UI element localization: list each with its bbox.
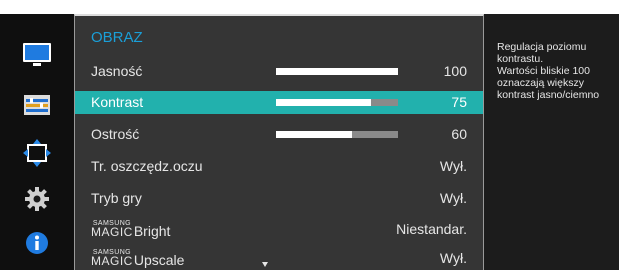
- menu-item-value: Niestandar.: [396, 221, 467, 237]
- help-line: kontrastu.: [497, 53, 544, 65]
- menu-title: OBRAZ: [91, 29, 143, 46]
- menu-item-value: 75: [451, 94, 467, 110]
- menu-panel: OBRAZ Jasność 100 Kontrast 75 Ostrość 60…: [74, 14, 484, 270]
- help-text: Regulacja poziomu kontrastu. Wartości bl…: [497, 41, 619, 101]
- menu-item-magic-bright[interactable]: SAMSUNG MAGIC Bright Niestandar.: [75, 218, 483, 241]
- samsung-magic-logo: SAMSUNG MAGIC: [91, 220, 133, 239]
- menu-item-magic-upscale[interactable]: SAMSUNG MAGIC Upscale Wył.: [75, 247, 483, 270]
- menu-item-value: Wył.: [439, 158, 467, 174]
- menu-item-label: Ostrość: [91, 126, 140, 142]
- menu-item-label-text: Upscale: [133, 252, 185, 268]
- help-line: Wartości bliskie 100: [497, 65, 590, 77]
- size-position-icon[interactable]: [22, 138, 52, 168]
- menu-item-label: Tryb gry: [91, 190, 142, 206]
- menu-item-label: Kontrast: [91, 94, 144, 110]
- osd-menu: OBRAZ Jasność 100 Kontrast 75 Ostrość 60…: [0, 14, 619, 270]
- brightness-slider[interactable]: [276, 68, 398, 75]
- menu-item-label: SAMSUNG MAGIC Upscale: [91, 249, 185, 268]
- info-icon[interactable]: [22, 228, 52, 258]
- slider-fill: [276, 131, 352, 138]
- menu-item-eye-saver[interactable]: Tr. oszczędz.oczu Wył.: [75, 155, 483, 178]
- help-line: Regulacja poziomu: [497, 41, 587, 53]
- menu-item-jasnosc[interactable]: Jasność 100: [75, 60, 483, 83]
- settings-gear-icon[interactable]: [22, 184, 52, 214]
- menu-item-label-text: Bright: [133, 223, 171, 239]
- help-line: kontrast jasno/ciemno: [497, 89, 600, 101]
- contrast-slider[interactable]: [276, 99, 398, 106]
- menu-item-value: Wył.: [439, 250, 467, 266]
- sharpness-slider[interactable]: [276, 131, 398, 138]
- menu-item-ostrosc[interactable]: Ostrość 60: [75, 123, 483, 146]
- menu-item-label: Jasność: [91, 63, 143, 79]
- icon-sidebar: [0, 14, 74, 270]
- menu-item-label: Tr. oszczędz.oczu: [91, 158, 203, 174]
- menu-item-label: SAMSUNG MAGIC Bright: [91, 220, 171, 239]
- slider-fill: [276, 99, 372, 106]
- scroll-down-arrow-icon[interactable]: [262, 262, 268, 267]
- menu-item-value: 100: [443, 63, 467, 79]
- samsung-magic-logo: SAMSUNG MAGIC: [91, 249, 133, 268]
- menu-item-value: Wył.: [439, 190, 467, 206]
- menu-item-game-mode[interactable]: Tryb gry Wył.: [75, 187, 483, 210]
- menu-item-kontrast[interactable]: Kontrast 75: [75, 91, 483, 114]
- help-line: oznaczają większy: [497, 77, 584, 89]
- slider-fill: [276, 68, 398, 75]
- adjust-icon[interactable]: [22, 90, 52, 120]
- menu-item-value: 60: [451, 126, 467, 142]
- monitor-icon[interactable]: [22, 40, 52, 70]
